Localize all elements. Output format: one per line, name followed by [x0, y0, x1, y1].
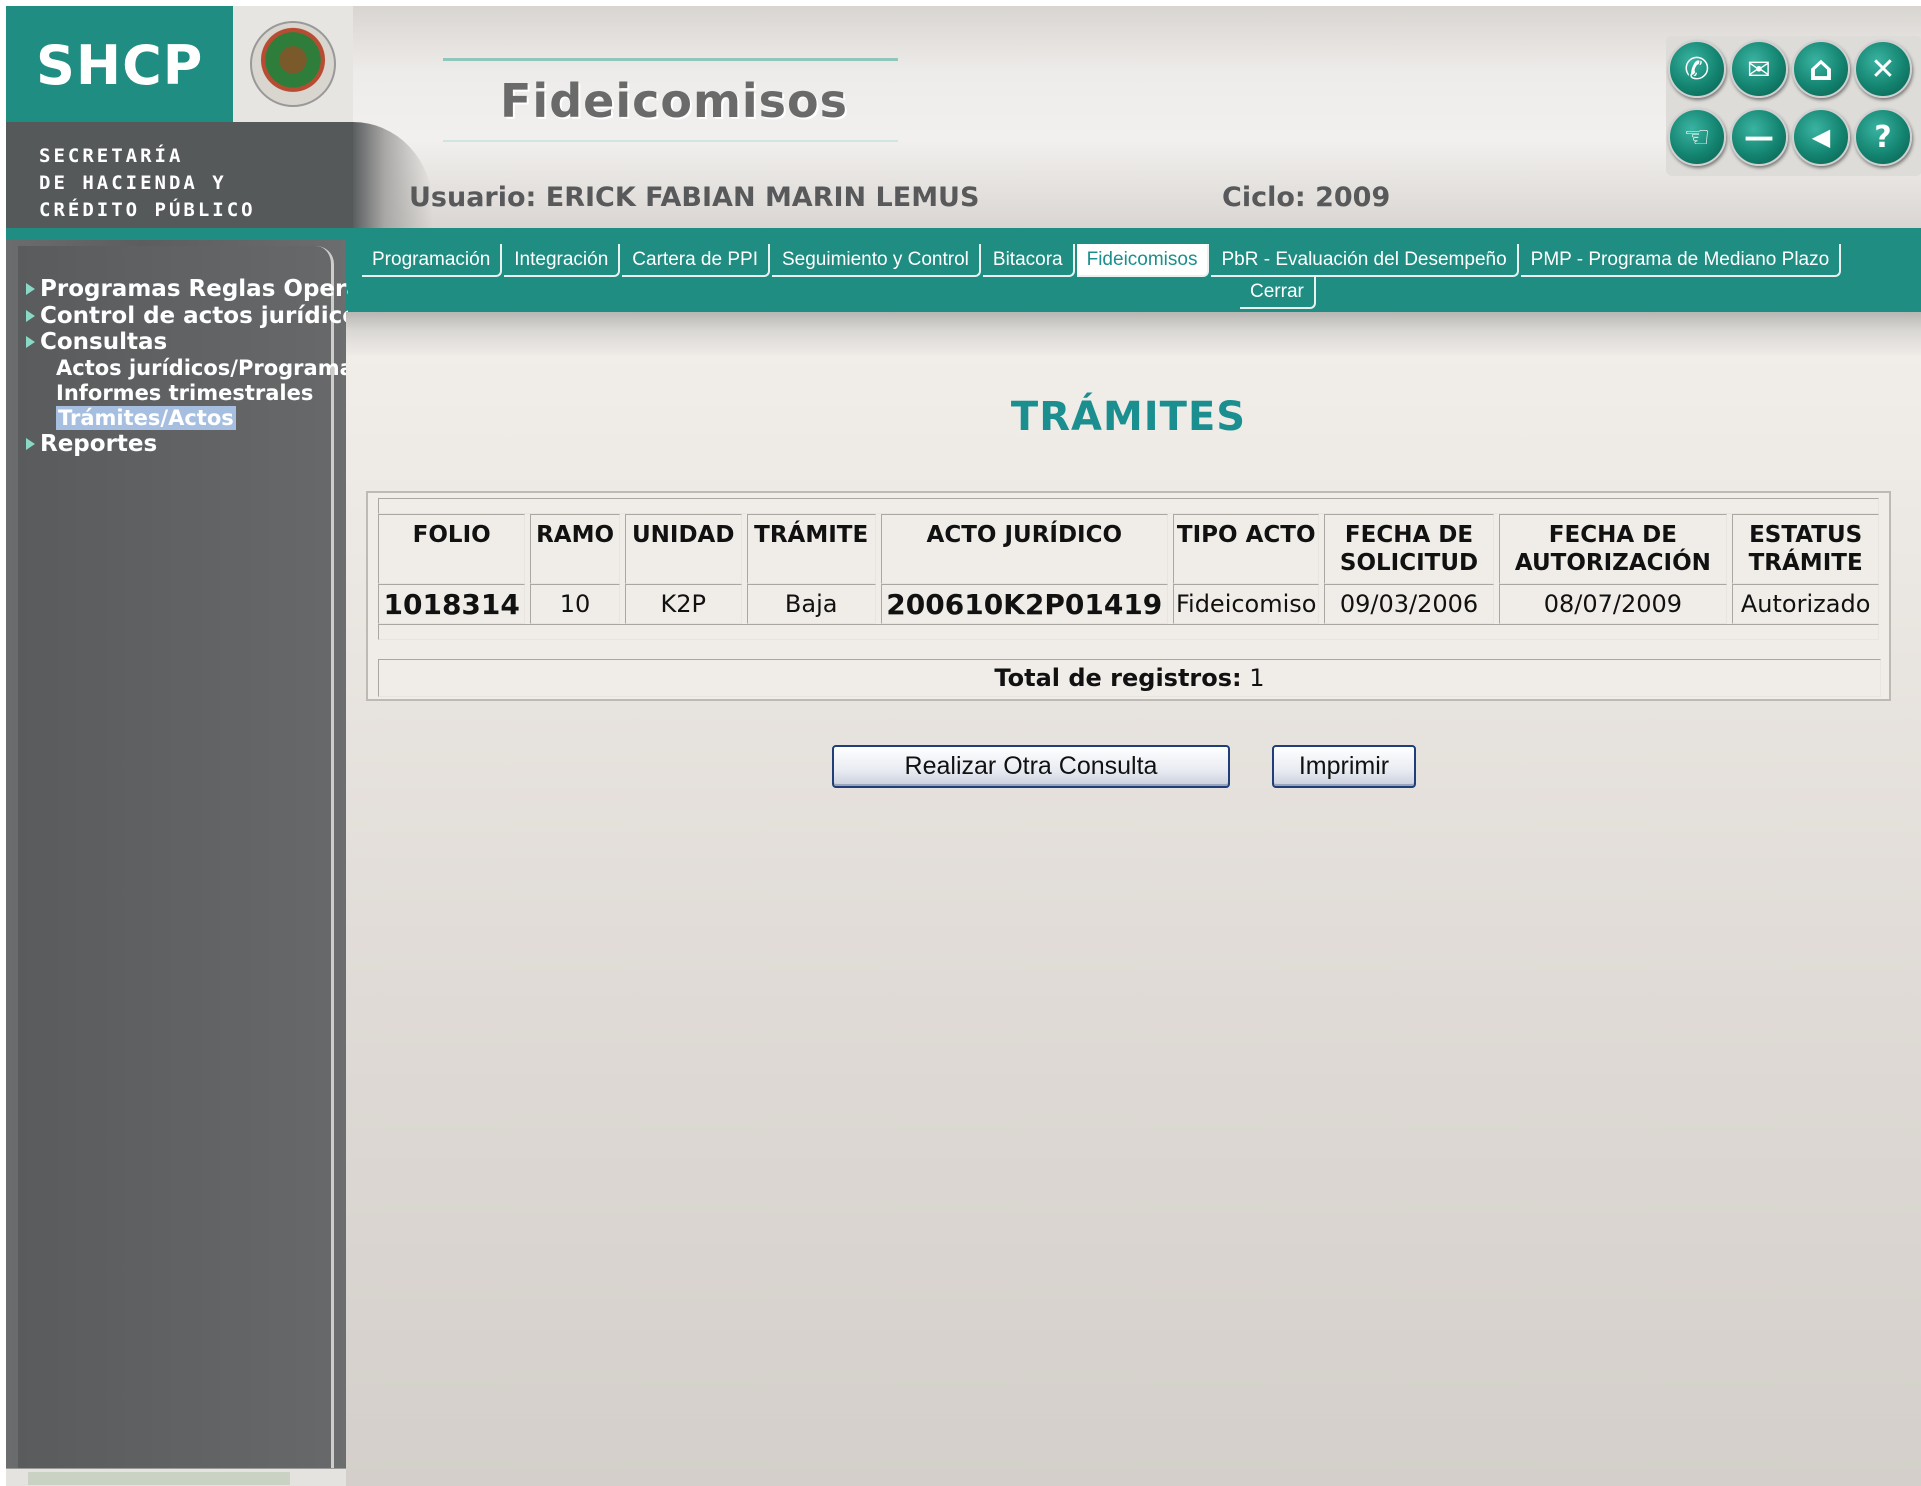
tab-seguimiento-control[interactable]: Seguimiento y Control [771, 244, 981, 277]
home-icon[interactable]: ⌂ [1792, 40, 1850, 98]
main-content [346, 312, 1921, 1486]
total-label: Total de registros: [994, 664, 1242, 692]
table-spacer [378, 498, 1879, 514]
phone-icon[interactable]: ✆ [1668, 40, 1726, 98]
title-rule-top [443, 58, 898, 61]
help-icon[interactable]: ? [1854, 108, 1912, 166]
expand-arrow-icon [26, 283, 35, 296]
pointer-icon[interactable]: ☜ [1668, 108, 1726, 166]
col-acto-juridico: ACTO JURÍDICO [880, 514, 1168, 584]
col-fecha-autorizacion: FECHA DE AUTORIZACIÓN [1498, 514, 1728, 584]
page-title: TRÁMITES [1010, 394, 1247, 440]
cell-unidad: K2P [624, 584, 742, 624]
minimize-icon[interactable]: — [1730, 108, 1788, 166]
other-query-button[interactable]: Realizar Otra Consulta [832, 745, 1230, 788]
main-top-shadow [346, 312, 1921, 356]
sidebar-subitem-label: Actos jurídicos/Programas [56, 355, 348, 380]
app-title: Fideicomisos [500, 74, 849, 128]
col-ramo: RAMO [530, 514, 620, 584]
mail-icon[interactable]: ✉ [1730, 40, 1788, 98]
sidebar-item-consultas[interactable]: Consultas [24, 329, 348, 356]
sidebar-subitem-informes[interactable]: Informes trimestrales [24, 381, 348, 406]
back-icon[interactable]: ◀ [1792, 108, 1850, 166]
col-folio: FOLIO [378, 514, 526, 584]
tab-bitacora[interactable]: Bitacora [982, 244, 1075, 277]
cell-folio: 1018314 [378, 584, 526, 624]
expand-arrow-icon [26, 437, 35, 450]
cell-tipo-acto: Fideicomiso [1172, 584, 1320, 624]
nav-row-2: Cerrar [1240, 276, 1318, 309]
cell-fecha-autorizacion: 08/07/2009 [1498, 584, 1728, 624]
cell-acto-juridico: 200610K2P01419 [880, 584, 1168, 624]
user-info: Usuario: ERICK FABIAN MARIN LEMUS [409, 182, 979, 213]
total-value: 1 [1249, 664, 1265, 692]
close-icon[interactable]: ✕ [1854, 40, 1912, 98]
logo-line-3: CRÉDITO PÚBLICO [39, 199, 256, 221]
tab-cartera-ppi[interactable]: Cartera de PPI [622, 244, 770, 277]
sidebar-item-label: Consultas [40, 329, 168, 356]
results-table: FOLIO RAMO UNIDAD TRÁMITE ACTO JURÍDICO … [373, 498, 1884, 640]
expand-arrow-icon [26, 309, 35, 322]
seal-icon [250, 21, 336, 107]
logo-shcp: SHCP [36, 34, 204, 97]
expand-arrow-icon [26, 336, 35, 349]
total-records: Total de registros: 1 [378, 659, 1881, 697]
logo-line-2: DE HACIENDA Y [39, 172, 227, 194]
sidebar-item-label: Control de actos jurídicos [40, 302, 348, 329]
sidebar-item-label: Reportes [40, 430, 158, 457]
scrollbar-thumb[interactable] [28, 1472, 290, 1485]
title-rule-bottom [443, 140, 898, 142]
tab-programacion[interactable]: Programación [362, 244, 503, 277]
user-label: Usuario: [409, 182, 537, 213]
sidebar-subitem-label: Informes trimestrales [56, 380, 314, 405]
logo-line-1: SECRETARÍA [39, 145, 184, 167]
cycle-info: Ciclo: 2009 [1222, 182, 1390, 213]
table-row: 1018314 10 K2P Baja 200610K2P01419 Fidei… [378, 584, 1879, 624]
national-seal [233, 6, 353, 122]
tab-pbr[interactable]: PbR - Evaluación del Desempeño [1211, 244, 1519, 277]
sidebar-item-control-actos[interactable]: Control de actos jurídicos [24, 303, 348, 330]
col-tramite: TRÁMITE [746, 514, 876, 584]
cycle-value: 2009 [1315, 182, 1391, 213]
table-spacer [378, 624, 1879, 640]
sidebar-scrollbar[interactable] [6, 1468, 346, 1486]
tab-fideicomisos[interactable]: Fideicomisos [1076, 244, 1210, 277]
cell-ramo: 10 [530, 584, 620, 624]
table-header-row: FOLIO RAMO UNIDAD TRÁMITE ACTO JURÍDICO … [378, 514, 1879, 584]
sidebar-subitem-tramites[interactable]: Trámites/Actos [24, 405, 348, 431]
cycle-label: Ciclo: [1222, 182, 1306, 213]
tab-pmp[interactable]: PMP - Programa de Mediano Plazo [1520, 244, 1842, 277]
sidebar-subitem-label: Trámites/Actos [56, 405, 236, 430]
results-panel: FOLIO RAMO UNIDAD TRÁMITE ACTO JURÍDICO … [366, 491, 1891, 701]
sidebar-subitem-actos-programas[interactable]: Actos jurídicos/Programas [24, 356, 348, 381]
user-name: ERICK FABIAN MARIN LEMUS [545, 182, 980, 213]
header: SHCP SECRETARÍA DE HACIENDA Y CRÉDITO PÚ… [6, 6, 1921, 228]
col-fecha-solicitud: FECHA DE SOLICITUD [1324, 514, 1494, 584]
sidebar-item-programas[interactable]: Programas Reglas Operación [24, 276, 348, 303]
logo-subtitle: SECRETARÍA DE HACIENDA Y CRÉDITO PÚBLICO [39, 143, 256, 224]
sidebar-item-label: Programas Reglas Operación [40, 276, 348, 303]
tab-integracion[interactable]: Integración [504, 244, 621, 277]
sidebar-item-reportes[interactable]: Reportes [24, 431, 348, 458]
col-unidad: UNIDAD [624, 514, 742, 584]
print-button[interactable]: Imprimir [1272, 745, 1416, 788]
cell-tramite: Baja [746, 584, 876, 624]
nav-tabs: Programación Integración Cartera de PPI … [362, 244, 1902, 277]
sidebar-menu: Programas Reglas Operación Control de ac… [24, 276, 348, 457]
cell-fecha-solicitud: 09/03/2006 [1324, 584, 1494, 624]
col-estatus: ESTATUS TRÁMITE [1732, 514, 1879, 584]
col-tipo-acto: TIPO ACTO [1172, 514, 1320, 584]
cell-estatus: Autorizado [1732, 584, 1879, 624]
tab-cerrar[interactable]: Cerrar [1240, 276, 1316, 309]
